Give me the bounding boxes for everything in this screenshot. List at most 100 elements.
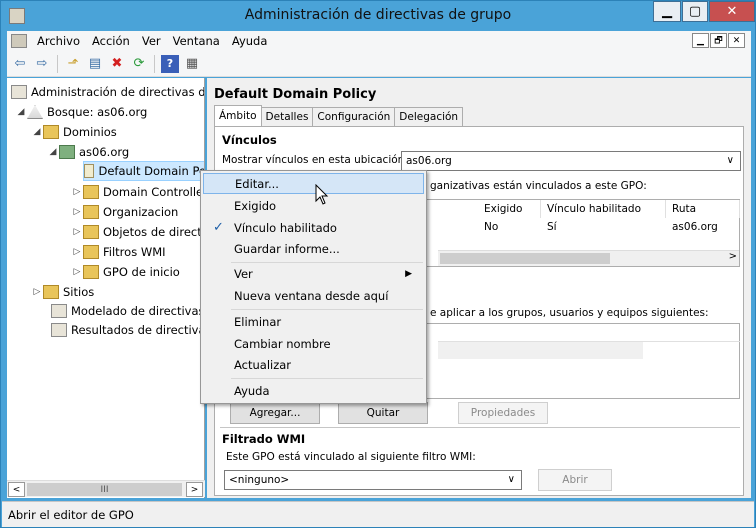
menu-ver[interactable]: Ver: [136, 34, 167, 48]
menu-ayuda[interactable]: Ayuda: [226, 34, 274, 48]
expand-arrow-icon[interactable]: ▷: [71, 207, 83, 217]
col-exigido[interactable]: Exigido: [478, 200, 541, 218]
wmi-filter-select[interactable]: <ninguno> ∨: [224, 470, 522, 490]
tab-delegacion[interactable]: Delegación: [394, 107, 464, 126]
col-ruta[interactable]: Ruta: [666, 200, 740, 218]
menu-item-nueva-ventana[interactable]: Nueva ventana desde aquí: [203, 285, 424, 306]
delete-icon[interactable]: ✖: [108, 55, 126, 73]
scroll-thumb[interactable]: III: [27, 483, 182, 496]
help-icon[interactable]: ?: [161, 54, 179, 73]
forward-arrow-icon[interactable]: ⇨: [33, 55, 51, 73]
tab-strip: Ámbito Detalles Configuración Delegación: [214, 105, 464, 126]
tree-item-default-domain-policy[interactable]: Default Domain Po: [83, 161, 205, 181]
scroll-left-icon[interactable]: <: [8, 482, 25, 497]
tree-item-root[interactable]: Administración de directivas de g: [11, 82, 205, 102]
back-arrow-icon[interactable]: ⇦: [11, 55, 29, 73]
menu-accion[interactable]: Acción: [86, 34, 136, 48]
scroll-thumb[interactable]: [440, 253, 610, 264]
chevron-down-icon: ∨: [507, 474, 515, 485]
menu-separator: [231, 378, 423, 379]
properties-button[interactable]: Propiedades: [458, 402, 548, 424]
expand-arrow-icon[interactable]: ▷: [71, 187, 83, 197]
menu-item-eliminar[interactable]: Eliminar: [203, 311, 424, 332]
tree-item-organizacion[interactable]: ▷ Organizacion: [71, 202, 178, 222]
tree-item-label: Default Domain Po: [98, 164, 205, 178]
expand-arrow-icon[interactable]: ▷: [31, 287, 43, 297]
links-location-select[interactable]: as06.org ∨: [401, 151, 741, 171]
tree-item-resultados[interactable]: Resultados de directivas: [51, 320, 204, 340]
tree-item-label: Organizacion: [103, 205, 179, 219]
expand-arrow-icon[interactable]: ◢: [47, 147, 59, 157]
mdi-restore-icon[interactable]: 🗗: [710, 33, 727, 48]
menu-item-label: Guardar informe...: [234, 241, 340, 256]
minimize-button[interactable]: ▁: [653, 1, 681, 22]
tree-item-forest[interactable]: ◢ Bosque: as06.org: [15, 102, 147, 122]
tree-item-dominios[interactable]: ◢ Dominios: [31, 122, 117, 142]
console-menu-icon[interactable]: [11, 34, 27, 48]
gpo-folder-icon: [83, 225, 99, 239]
maximize-button[interactable]: ▢: [682, 1, 708, 22]
toolbar-separator: [57, 54, 58, 73]
tree-item-objetos-directiva[interactable]: ▷ Objetos de directi: [71, 222, 204, 242]
context-menu: Editar... Exigido ✓ Vínculo habilitado G…: [200, 170, 427, 404]
tree-item-filtros-wmi[interactable]: ▷ Filtros WMI: [71, 242, 166, 262]
title-bar[interactable]: Administración de directivas de grupo ▁ …: [1, 1, 755, 31]
menu-item-cambiar-nombre[interactable]: Cambiar nombre: [203, 333, 424, 354]
up-folder-icon[interactable]: ⬏: [64, 55, 82, 73]
window-title: Administración de directivas de grupo: [244, 7, 512, 23]
expand-arrow-icon[interactable]: ◢: [15, 107, 27, 117]
menu-item-label: Exigido: [234, 198, 277, 213]
menu-item-vinculo-habilitado[interactable]: ✓ Vínculo habilitado: [203, 217, 424, 238]
menu-item-editar[interactable]: Editar...: [203, 173, 424, 194]
expand-arrow-icon[interactable]: ▷: [71, 227, 83, 237]
menu-ventana[interactable]: Ventana: [167, 34, 226, 48]
expand-arrow-icon[interactable]: ▷: [71, 247, 83, 257]
tab-configuracion[interactable]: Configuración: [312, 107, 396, 126]
tree-item-sitios[interactable]: ▷ Sitios: [31, 282, 94, 302]
expand-arrow-icon[interactable]: ▷: [71, 267, 83, 277]
minimize-icon: ▁: [662, 4, 672, 19]
tree-item-label: Bosque: as06.org: [47, 105, 148, 119]
links-grid-scrollbar[interactable]: >: [438, 250, 739, 266]
close-icon: ✕: [726, 4, 738, 19]
cell-habilitado: Sí: [547, 220, 557, 233]
remove-button[interactable]: Quitar: [338, 402, 428, 424]
tree-item-gpo-inicio[interactable]: ▷ GPO de inicio: [71, 262, 180, 282]
tree-item-label: GPO de inicio: [103, 265, 180, 279]
status-text: Abrir el editor de GPO: [8, 507, 134, 522]
open-wmi-button[interactable]: Abrir: [538, 469, 612, 491]
close-button[interactable]: ✕: [709, 1, 755, 22]
scroll-right-icon[interactable]: >: [729, 251, 737, 262]
add-button[interactable]: Agregar...: [230, 402, 320, 424]
menu-item-exigido[interactable]: Exigido: [203, 195, 424, 216]
properties-icon[interactable]: ▦: [183, 55, 201, 73]
tree-item-modelado[interactable]: Modelado de directivas d: [51, 301, 205, 321]
folder-icon: [43, 125, 59, 139]
cell-exigido: No: [484, 220, 499, 233]
tab-ambito[interactable]: Ámbito: [214, 105, 262, 126]
menu-item-actualizar[interactable]: Actualizar: [203, 354, 424, 375]
menu-item-ver[interactable]: Ver ▶: [203, 263, 424, 284]
col-vinculo-habilitado[interactable]: Vínculo habilitado: [541, 200, 666, 218]
expand-arrow-icon[interactable]: ◢: [31, 127, 43, 137]
menu-item-label: Cambiar nombre: [234, 336, 331, 351]
menu-item-guardar-informe[interactable]: Guardar informe...: [203, 238, 424, 259]
menu-archivo[interactable]: Archivo: [31, 34, 86, 48]
security-filter-row[interactable]: [438, 342, 643, 359]
menu-item-ayuda[interactable]: Ayuda: [203, 380, 424, 401]
scroll-right-icon[interactable]: >: [186, 482, 203, 497]
tree-item-domain[interactable]: ◢ as06.org: [47, 142, 129, 162]
refresh-icon[interactable]: ⟳: [130, 55, 148, 73]
tree-item-label: Administración de directivas de g: [31, 85, 205, 99]
show-hide-tree-icon[interactable]: ▤: [86, 55, 104, 73]
tree-horizontal-scrollbar[interactable]: < III >: [7, 480, 205, 497]
menu-item-label: Eliminar: [234, 314, 282, 329]
cell-ruta: as06.org: [672, 220, 718, 233]
tab-detalles[interactable]: Detalles: [260, 107, 314, 126]
wmi-folder-icon: [83, 245, 99, 259]
tree-item-domain-controllers[interactable]: ▷ Domain Controlle: [71, 182, 203, 202]
mdi-minimize-icon[interactable]: ▁: [692, 33, 709, 48]
mdi-close-icon[interactable]: ✕: [728, 33, 745, 48]
tree-item-label: Modelado de directivas d: [71, 304, 205, 318]
tree-item-label: Sitios: [63, 285, 95, 299]
